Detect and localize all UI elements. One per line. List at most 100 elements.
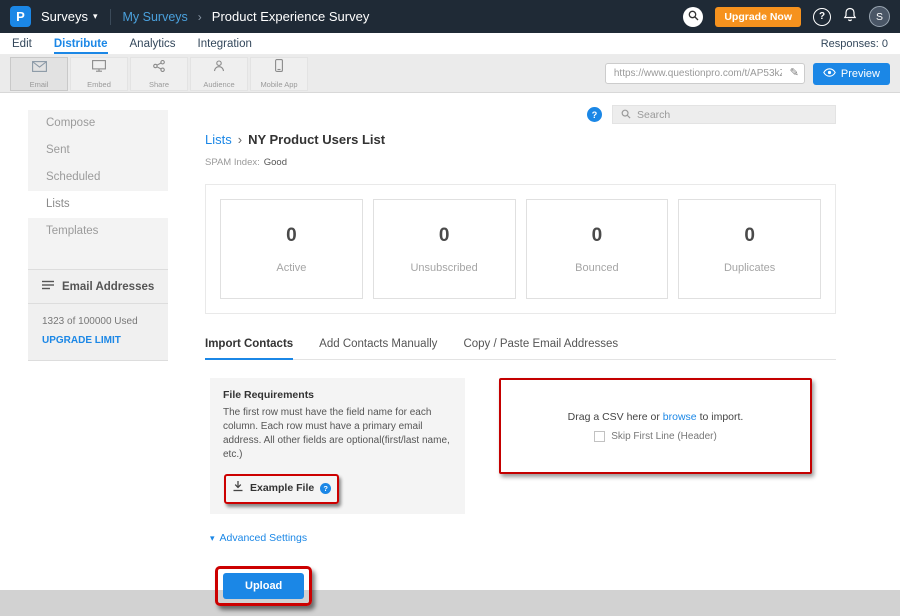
nav-tab-analytics[interactable]: Analytics bbox=[130, 33, 176, 54]
channel-embed-label: Embed bbox=[87, 80, 111, 89]
nav-tab-distribute[interactable]: Distribute bbox=[54, 33, 108, 54]
browse-link[interactable]: browse bbox=[663, 411, 697, 423]
dropzone-text: Drag a CSV here or browse to import. bbox=[568, 411, 744, 423]
my-surveys-link[interactable]: My Surveys bbox=[123, 10, 188, 24]
stat-value: 0 bbox=[286, 225, 297, 247]
search-input[interactable] bbox=[637, 109, 827, 121]
stat-value: 0 bbox=[744, 225, 755, 247]
distribute-toolbar: Email Embed Share Audience bbox=[0, 55, 900, 93]
responses-count[interactable]: Responses: 0 bbox=[821, 33, 888, 54]
top-bar: P Surveys ▾ My Surveys › Product Experie… bbox=[0, 0, 900, 33]
upload-button[interactable]: Upload bbox=[223, 573, 304, 599]
stat-card-active[interactable]: 0 Active bbox=[220, 199, 363, 299]
channel-share[interactable]: Share bbox=[130, 57, 188, 91]
lists-help-button[interactable]: ? bbox=[587, 107, 602, 122]
skip-first-line-label: Skip First Line (Header) bbox=[611, 431, 717, 442]
sidebar-item-lists[interactable]: Lists bbox=[28, 191, 168, 218]
sidebar-item-sent[interactable]: Sent bbox=[28, 137, 168, 164]
email-icon bbox=[32, 59, 47, 77]
global-search-button[interactable] bbox=[683, 7, 703, 27]
stat-value: 0 bbox=[592, 225, 603, 247]
stat-label: Bounced bbox=[575, 262, 618, 274]
breadcrumb-lists-link[interactable]: Lists bbox=[205, 132, 232, 147]
email-sidebar: Compose Sent Scheduled Lists Templates E… bbox=[28, 110, 168, 361]
annotation-upload-button: Upload bbox=[215, 566, 312, 606]
email-addresses-header: Email Addresses bbox=[28, 270, 168, 304]
advanced-settings-label: Advanced Settings bbox=[220, 532, 308, 544]
survey-url-box: ✎ bbox=[605, 63, 805, 84]
survey-nav: Edit Distribute Analytics Integration Re… bbox=[0, 33, 900, 55]
preview-label: Preview bbox=[841, 68, 880, 80]
survey-url-input[interactable] bbox=[605, 63, 805, 84]
edit-url-icon[interactable]: ✎ bbox=[790, 66, 799, 79]
skip-first-line-checkbox[interactable] bbox=[594, 431, 605, 442]
channel-mobile-app[interactable]: Mobile App bbox=[250, 57, 308, 91]
upgrade-now-button[interactable]: Upgrade Now bbox=[715, 7, 801, 27]
breadcrumb: Lists › NY Product Users List bbox=[205, 132, 836, 147]
breadcrumb-separator-icon: › bbox=[198, 10, 202, 24]
nav-tab-edit[interactable]: Edit bbox=[12, 33, 32, 54]
bell-icon bbox=[843, 7, 857, 27]
stat-card-bounced[interactable]: 0 Bounced bbox=[526, 199, 669, 299]
channel-audience[interactable]: Audience bbox=[190, 57, 248, 91]
tab-import-contacts[interactable]: Import Contacts bbox=[205, 338, 293, 360]
tab-copy-paste-emails[interactable]: Copy / Paste Email Addresses bbox=[463, 338, 618, 359]
breadcrumb-separator-icon: › bbox=[238, 132, 242, 147]
example-file-link[interactable]: Example File ? bbox=[227, 476, 336, 500]
share-icon bbox=[153, 59, 165, 77]
mobile-icon bbox=[275, 59, 283, 77]
sidebar-item-scheduled[interactable]: Scheduled bbox=[28, 164, 168, 191]
questionpro-logo[interactable]: P bbox=[10, 6, 31, 27]
audience-icon bbox=[213, 59, 225, 77]
list-search-box bbox=[612, 105, 836, 124]
stat-card-unsubscribed[interactable]: 0 Unsubscribed bbox=[373, 199, 516, 299]
skip-first-line-row: Skip First Line (Header) bbox=[594, 431, 717, 442]
help-button[interactable]: ? bbox=[813, 8, 831, 26]
embed-icon bbox=[92, 59, 106, 77]
stat-label: Active bbox=[276, 262, 306, 274]
channel-email[interactable]: Email bbox=[10, 57, 68, 91]
stat-value: 0 bbox=[439, 225, 450, 247]
surveys-menu[interactable]: Surveys ▾ bbox=[41, 9, 98, 24]
channel-email-label: Email bbox=[30, 80, 49, 89]
sidebar-menu: Compose Sent Scheduled Lists Templates bbox=[28, 110, 168, 269]
user-avatar[interactable]: S bbox=[869, 6, 890, 27]
current-list-name: NY Product Users List bbox=[248, 132, 385, 147]
channel-mobile-label: Mobile App bbox=[260, 80, 297, 89]
email-addresses-title: Email Addresses bbox=[62, 281, 154, 293]
sidebar-item-compose[interactable]: Compose bbox=[28, 110, 168, 137]
tab-add-contacts-manually[interactable]: Add Contacts Manually bbox=[319, 338, 437, 359]
list-icon bbox=[42, 280, 54, 293]
preview-button[interactable]: Preview bbox=[813, 63, 890, 85]
email-addresses-panel: Email Addresses 1323 of 100000 Used UPGR… bbox=[28, 269, 168, 361]
chevron-down-icon: ▾ bbox=[93, 11, 98, 22]
advanced-settings-toggle[interactable]: ▾ Advanced Settings bbox=[210, 532, 836, 544]
nav-tab-integration[interactable]: Integration bbox=[198, 33, 252, 54]
upgrade-limit-link[interactable]: UPGRADE LIMIT bbox=[28, 327, 168, 346]
example-file-help-icon[interactable]: ? bbox=[320, 483, 331, 494]
topbar-divider bbox=[110, 9, 111, 25]
stats-container: 0 Active 0 Unsubscribed 0 Bounced 0 Dupl… bbox=[205, 184, 836, 314]
dropzone-text-after: to import. bbox=[697, 411, 744, 423]
surveys-menu-label: Surveys bbox=[41, 9, 88, 24]
file-requirements-box: File Requirements The first row must hav… bbox=[210, 378, 465, 514]
stat-label: Duplicates bbox=[724, 262, 775, 274]
survey-title: Product Experience Survey bbox=[212, 9, 370, 24]
main-top-row: ? bbox=[205, 105, 836, 124]
stat-label: Unsubscribed bbox=[410, 262, 477, 274]
spam-index-value: Good bbox=[264, 157, 287, 168]
spam-index: SPAM Index: Good bbox=[205, 157, 836, 168]
channel-embed[interactable]: Embed bbox=[70, 57, 128, 91]
lists-main-panel: ? Lists › NY Product Users List SPAM Ind… bbox=[205, 105, 836, 606]
usage-text: 1323 of 100000 Used bbox=[28, 304, 168, 327]
search-icon bbox=[621, 106, 631, 124]
file-requirements-title: File Requirements bbox=[223, 389, 452, 401]
notifications-button[interactable] bbox=[843, 7, 857, 27]
sidebar-item-templates[interactable]: Templates bbox=[28, 218, 168, 245]
channel-audience-label: Audience bbox=[203, 80, 234, 89]
stat-card-duplicates[interactable]: 0 Duplicates bbox=[678, 199, 821, 299]
channel-share-label: Share bbox=[149, 80, 169, 89]
dropzone-text-before: Drag a CSV here or bbox=[568, 411, 663, 423]
csv-dropzone[interactable]: Drag a CSV here or browse to import. Ski… bbox=[499, 378, 812, 474]
survey-url-area: ✎ Preview bbox=[605, 63, 890, 85]
